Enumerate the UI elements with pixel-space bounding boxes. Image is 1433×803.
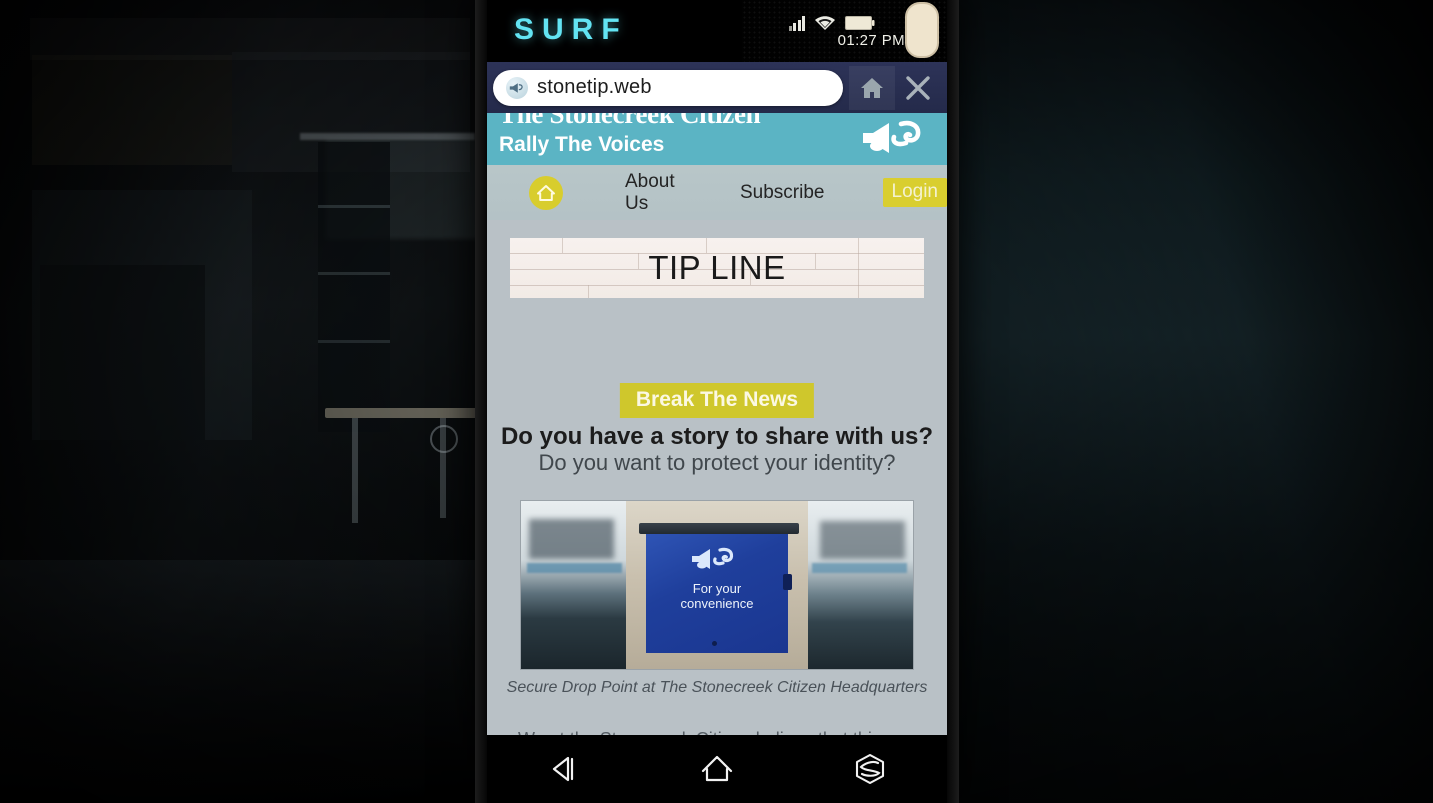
nav-login-button[interactable]: Login <box>882 178 947 207</box>
site-navigation-bar: About Us Subscribe Login <box>487 165 947 220</box>
home-icon <box>537 184 555 201</box>
hero-question-primary: Do you have a story to share with us? <box>500 423 934 450</box>
battery-icon <box>845 16 875 30</box>
status-bar-icons <box>788 11 876 31</box>
signal-bars-icon <box>788 15 805 31</box>
top-right-indicator <box>905 2 939 58</box>
drop-box-line2: convenience <box>680 596 754 611</box>
phone-screen: SURF 01:27 PM stonetip.web The Stonecree… <box>487 0 947 735</box>
app-brand-label: SURF <box>514 13 628 46</box>
site-title: The Stonecreek Citizen <box>499 113 761 129</box>
phone-device: SURF 01:27 PM stonetip.web The Stonecree… <box>475 0 959 803</box>
office-background-right <box>947 0 1433 803</box>
site-tagline: Rally The Voices <box>499 133 665 156</box>
megaphone-favicon-icon <box>506 76 528 99</box>
nav-item-about-us[interactable]: About Us <box>625 171 678 215</box>
drop-box-text: For your convenience <box>646 581 788 611</box>
drop-box-line1: For your <box>692 581 742 596</box>
megaphone-logo-icon <box>857 115 937 165</box>
browser-title-bar: SURF 01:27 PM <box>487 0 947 62</box>
system-back-button[interactable] <box>532 744 596 794</box>
banner-title: TIP LINE <box>648 249 786 286</box>
drop-point-photo: For your convenience <box>520 500 914 670</box>
phone-bezel-left <box>475 0 487 803</box>
close-icon <box>906 75 930 100</box>
nav-item-subscribe[interactable]: Subscribe <box>740 182 825 204</box>
home-icon <box>861 77 883 98</box>
office-background-left <box>0 0 496 803</box>
nav-home-button[interactable] <box>529 175 563 210</box>
browser-close-button[interactable] <box>895 66 941 110</box>
status-bar-clock: 01:27 PM <box>837 32 905 49</box>
phone-bezel-right <box>947 0 959 803</box>
recents-icon <box>856 753 885 785</box>
home-icon <box>701 755 733 782</box>
site-masthead: The Stonecreek Citizen Rally The Voices <box>487 113 947 165</box>
browser-url-bar: stonetip.web <box>487 62 947 113</box>
photo-caption: Secure Drop Point at The Stonecreek Citi… <box>506 679 928 696</box>
url-text: stonetip.web <box>537 76 652 98</box>
url-input-field[interactable]: stonetip.web <box>493 69 843 106</box>
browser-home-button[interactable] <box>849 65 895 110</box>
web-page-viewport: The Stonecreek Citizen Rally The Voices <box>487 113 947 735</box>
megaphone-icon <box>689 545 745 578</box>
system-home-button[interactable] <box>685 744 749 794</box>
system-navigation-bar <box>487 735 947 803</box>
banner-badge: Break The News <box>619 383 815 418</box>
tip-line-banner: TIP LINE <box>510 238 924 298</box>
back-icon <box>552 756 573 782</box>
system-recents-button[interactable] <box>838 744 902 794</box>
wifi-icon <box>815 16 835 30</box>
hero-question-secondary: Do you want to protect your identity? <box>538 450 896 475</box>
